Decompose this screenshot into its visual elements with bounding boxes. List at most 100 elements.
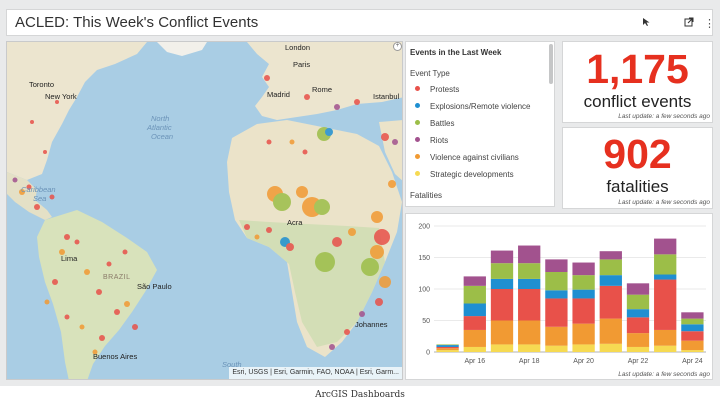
bar-segment[interactable] <box>545 298 568 327</box>
bar-segment[interactable] <box>599 275 622 286</box>
select-cursor-icon[interactable] <box>636 14 658 34</box>
bar-segment[interactable] <box>572 262 595 276</box>
bar-segment[interactable] <box>463 276 486 286</box>
label-istanbul: Istanbul <box>373 92 400 101</box>
bar-segment[interactable] <box>572 323 595 345</box>
protests-swatch-icon <box>415 86 420 92</box>
options-menu-button[interactable]: ⋮ <box>704 14 715 34</box>
bar-segment[interactable] <box>626 294 650 310</box>
x-tick-label: Apr 18 <box>519 358 540 365</box>
strategic-swatch-icon <box>415 171 420 177</box>
label-caribbean-1: Caribbean <box>21 185 56 194</box>
bar-segment[interactable] <box>572 275 595 290</box>
bar-segment[interactable] <box>681 312 704 319</box>
footer-brand: ArcGIS Dashboards <box>0 386 720 404</box>
bar-segment[interactable] <box>490 250 514 264</box>
bar-segment[interactable] <box>572 344 595 352</box>
bar-segment[interactable] <box>626 333 650 347</box>
x-tick-label: Apr 22 <box>628 358 649 365</box>
bar-segment[interactable] <box>654 238 677 255</box>
bar-segment[interactable] <box>436 345 459 347</box>
bar-segment[interactable] <box>599 318 622 344</box>
bar-segment[interactable] <box>518 263 541 279</box>
bar-segment[interactable] <box>545 345 568 352</box>
label-johannesburg: Johannes <box>355 320 388 329</box>
bar-segment[interactable] <box>463 329 486 347</box>
label-lima: Lima <box>61 254 78 263</box>
chart-canvas: 0 50 100 150 200 Apr 16 Apr 18 Apr 20 Apr 22 Apr … <box>418 224 706 365</box>
bar-segment[interactable] <box>436 348 459 351</box>
bar-segment[interactable] <box>599 259 622 276</box>
bar-segment[interactable] <box>599 285 622 319</box>
bar-segment[interactable] <box>626 309 650 318</box>
bar-segment[interactable] <box>681 350 704 352</box>
label-toronto: Toronto <box>29 80 55 89</box>
bar-segment[interactable] <box>654 279 677 330</box>
legend-scrollbar[interactable] <box>549 44 553 84</box>
bar-segment[interactable] <box>681 331 704 341</box>
x-tick-label: Apr 16 <box>464 358 485 365</box>
label-north-atlantic-2: Atlantic <box>147 123 172 132</box>
bar-segment[interactable] <box>572 298 595 324</box>
events-by-day-chart: 0 50 100 150 200 Apr 16 Apr 18 Apr 20 Apr 22 Apr … <box>405 213 713 380</box>
x-tick-label: Apr 20 <box>573 358 594 365</box>
battles-swatch-icon <box>415 120 420 126</box>
bar-segment[interactable] <box>490 278 514 289</box>
bar-segment[interactable] <box>654 329 677 346</box>
y-tick-label: 0 <box>426 350 430 357</box>
bar-segment[interactable] <box>545 326 568 346</box>
bar-segment[interactable] <box>490 289 514 321</box>
bar-segment[interactable] <box>572 289 595 299</box>
y-tick-label: 200 <box>418 224 430 231</box>
bar-segment[interactable] <box>626 317 650 334</box>
bar-segment[interactable] <box>681 318 704 325</box>
bar-segment[interactable] <box>626 283 650 295</box>
bar-segment[interactable] <box>463 316 486 330</box>
bar-segment[interactable] <box>545 271 568 291</box>
kpi-conflict-events: 1,175 conflict events Last update: a few… <box>562 41 713 123</box>
riots-swatch-icon <box>415 137 420 143</box>
external-link-icon <box>684 17 694 27</box>
bar-segment[interactable] <box>490 344 514 352</box>
expand-map-icon[interactable]: + <box>393 42 402 51</box>
bar-segment[interactable] <box>545 259 568 272</box>
bar-segment[interactable] <box>654 274 677 280</box>
label-north-atlantic-3: Ocean <box>151 132 174 141</box>
label-rome: Rome <box>312 85 333 94</box>
bar-segment[interactable] <box>518 344 541 352</box>
bar-segment[interactable] <box>681 340 704 351</box>
bar-segment[interactable] <box>681 324 704 332</box>
legend-panel: Events in the Last Week Event Type Prote… <box>405 41 555 207</box>
kpi-fatalities-update: Last update: a few seconds ago <box>618 199 710 206</box>
bar-segment[interactable] <box>518 289 541 321</box>
chart-update: Last update: a few seconds ago <box>618 371 710 378</box>
legend-item-riots: Riots <box>415 135 448 147</box>
cursor-icon <box>643 18 650 26</box>
bar-segment[interactable] <box>463 303 486 317</box>
bar-segment[interactable] <box>626 346 650 352</box>
bar-segment[interactable] <box>654 345 677 352</box>
bar-segment[interactable] <box>490 320 514 345</box>
bar-segment[interactable] <box>599 343 622 352</box>
bar-segment[interactable] <box>463 285 486 304</box>
violence-swatch-icon <box>415 154 420 160</box>
bar-segment[interactable] <box>545 290 568 299</box>
label-caribbean-2: Sea <box>33 194 47 203</box>
bar-segment[interactable] <box>518 245 541 264</box>
open-external-button[interactable] <box>678 14 700 34</box>
bar-segment[interactable] <box>490 263 514 279</box>
label-paris: Paris <box>293 60 311 69</box>
bar-segment[interactable] <box>654 254 677 275</box>
kpi-fatalities-value: 902 <box>603 131 672 177</box>
y-tick-label: 150 <box>418 255 430 262</box>
bar-segment[interactable] <box>463 346 486 352</box>
bar-segment[interactable] <box>599 251 622 260</box>
bar-segment[interactable] <box>518 320 541 345</box>
conflict-map[interactable]: London Paris Madrid Rome Istanbul Toront… <box>6 41 403 380</box>
kpi-events-update: Last update: a few seconds ago <box>618 113 710 120</box>
bar-segment[interactable] <box>436 350 459 352</box>
legend-item-battles: Battles <box>415 118 454 130</box>
bar-segment[interactable] <box>518 278 541 289</box>
bar-segment[interactable] <box>436 346 459 349</box>
bar-segment[interactable] <box>436 344 459 346</box>
